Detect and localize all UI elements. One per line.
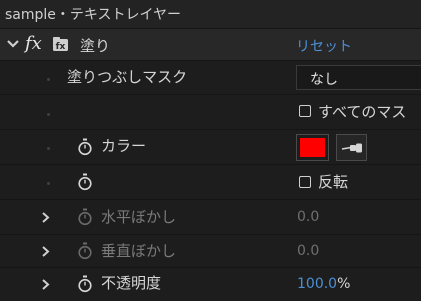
stopwatch-icon[interactable] xyxy=(77,138,93,156)
vertical-blur-label: 垂直ぼかし xyxy=(101,242,177,260)
horizontal-blur-value: 0.0 xyxy=(297,209,320,225)
row-dot xyxy=(47,78,50,81)
effect-row-fill[interactable]: fx fx 塗り リセット xyxy=(0,29,421,61)
all-masks-checkbox[interactable] xyxy=(299,105,311,117)
color-label: カラー xyxy=(101,137,147,155)
color-swatch[interactable] xyxy=(296,134,329,161)
eyedropper-icon xyxy=(341,141,363,155)
property-row-vertical-blur: 垂直ぼかし 0.0 xyxy=(0,235,421,268)
invert-label[interactable]: 反転 xyxy=(318,171,348,192)
fill-mask-value: なし xyxy=(310,72,338,88)
property-row-color: カラー xyxy=(0,130,421,165)
stopwatch-icon[interactable] xyxy=(77,275,93,293)
all-masks-label[interactable]: すべてのマス xyxy=(318,101,406,122)
fill-mask-dropdown[interactable]: なし xyxy=(296,65,421,90)
opacity-value-number[interactable]: 100.0 xyxy=(297,276,337,292)
effect-name: 塗り xyxy=(80,37,111,55)
svg-text:fx: fx xyxy=(56,42,66,52)
opacity-value-unit: % xyxy=(337,276,351,292)
eyedropper-button[interactable] xyxy=(336,134,367,161)
panel-title: sample・テキストレイヤー xyxy=(5,7,182,23)
reset-link[interactable]: リセット xyxy=(296,36,352,56)
chevron-down-icon[interactable] xyxy=(6,39,20,49)
property-row-horizontal-blur: 水平ぼかし 0.0 xyxy=(0,200,421,235)
opacity-label: 不透明度 xyxy=(101,274,162,292)
vertical-blur-value: 0.0 xyxy=(297,243,320,259)
row-dot xyxy=(47,147,50,150)
chevron-right-icon[interactable] xyxy=(41,211,50,224)
horizontal-blur-label: 水平ぼかし xyxy=(101,208,177,226)
stopwatch-icon[interactable] xyxy=(77,208,93,226)
invert-checkbox[interactable] xyxy=(299,176,311,188)
property-row-fill-mask: 塗りつぶしマスク なし xyxy=(0,61,421,95)
color-swatch-fill xyxy=(300,138,325,157)
preset-icon: fx xyxy=(52,37,69,52)
property-row-invert: 反転 xyxy=(0,165,421,200)
row-dot xyxy=(47,182,50,185)
opacity-value[interactable]: 100.0% xyxy=(297,276,350,292)
property-row-opacity: 不透明度 100.0% xyxy=(0,268,421,301)
row-dot xyxy=(47,113,50,116)
fill-mask-label: 塗りつぶしマスク xyxy=(67,68,188,86)
stopwatch-icon[interactable] xyxy=(77,173,93,191)
fx-icon[interactable]: fx xyxy=(25,33,42,54)
stopwatch-icon[interactable] xyxy=(77,242,93,260)
panel-header: sample・テキストレイヤー xyxy=(0,0,421,29)
property-row-all-masks: すべてのマス xyxy=(0,95,421,130)
chevron-right-icon[interactable] xyxy=(41,245,50,258)
chevron-right-icon[interactable] xyxy=(41,278,50,291)
